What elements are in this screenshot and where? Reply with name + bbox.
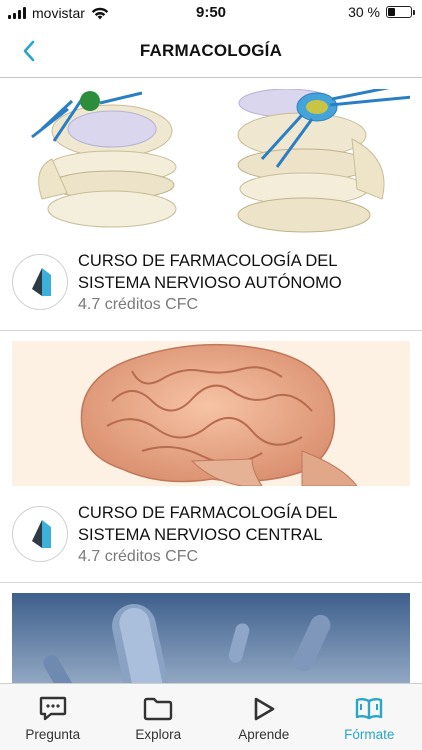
play-icon xyxy=(254,697,275,721)
chat-bubble-icon xyxy=(39,696,66,721)
course-logo-icon xyxy=(12,254,68,310)
book-icon xyxy=(356,698,383,720)
tab-pregunta[interactable]: Pregunta xyxy=(0,684,106,750)
folder-icon xyxy=(144,697,173,721)
course-info: CURSO DE FARMACOLOGÍA DEL SISTEMA NERVIO… xyxy=(12,234,410,330)
course-title: CURSO DE FARMACOLOGÍA DEL SISTEMA NERVIO… xyxy=(78,252,342,292)
battery-fill xyxy=(388,8,395,16)
tab-label: Explora xyxy=(135,727,182,742)
status-left: movistar xyxy=(8,5,109,21)
tab-label: Pregunta xyxy=(25,727,81,742)
course-credits: 4.7 créditos CFC xyxy=(78,548,199,565)
page-title: FARMACOLOGÍA xyxy=(139,41,283,60)
course-title: CURSO DE FARMACOLOGÍA DEL SISTEMA NERVIO… xyxy=(78,504,337,544)
tab-aprende[interactable]: Aprende xyxy=(211,684,317,750)
course-text: CURSO DE FARMACOLOGÍA DEL SISTEMA NERVIO… xyxy=(78,502,410,566)
course-banner-bacteria xyxy=(12,593,410,683)
course-logo-icon xyxy=(12,506,68,562)
tab-label: Fórmate xyxy=(344,727,395,742)
tab-bar: Pregunta Explora Aprende Fórmate xyxy=(0,683,422,750)
course-banner-brain xyxy=(12,341,410,486)
tab-explora[interactable]: Explora xyxy=(106,684,212,750)
tab-formate[interactable]: Fórmate xyxy=(317,684,422,750)
status-bar: movistar 9:50 30 % xyxy=(0,0,422,26)
course-card-bacteria[interactable] xyxy=(0,593,422,683)
course-text: CURSO DE FARMACOLOGÍA DEL SISTEMA NERVIO… xyxy=(78,250,410,314)
carrier-name: movistar xyxy=(32,5,85,21)
battery-icon xyxy=(386,6,415,18)
nav-bar: FARMACOLOGÍA xyxy=(0,26,422,78)
course-card-autonomo[interactable]: CURSO DE FARMACOLOGÍA DEL SISTEMA NERVIO… xyxy=(0,89,422,331)
course-card-central[interactable]: CURSO DE FARMACOLOGÍA DEL SISTEMA NERVIO… xyxy=(0,341,422,583)
course-info: CURSO DE FARMACOLOGÍA DEL SISTEMA NERVIO… xyxy=(12,486,410,582)
battery-text: 30 % xyxy=(348,4,380,20)
wifi-icon xyxy=(91,7,109,19)
course-banner-spine xyxy=(12,89,410,234)
tab-label: Aprende xyxy=(238,727,290,742)
signal-icon xyxy=(8,7,26,19)
course-credits: 4.7 créditos CFC xyxy=(78,296,199,313)
status-right: 30 % xyxy=(348,4,415,20)
course-list[interactable]: CURSO DE FARMACOLOGÍA DEL SISTEMA NERVIO… xyxy=(0,79,422,683)
